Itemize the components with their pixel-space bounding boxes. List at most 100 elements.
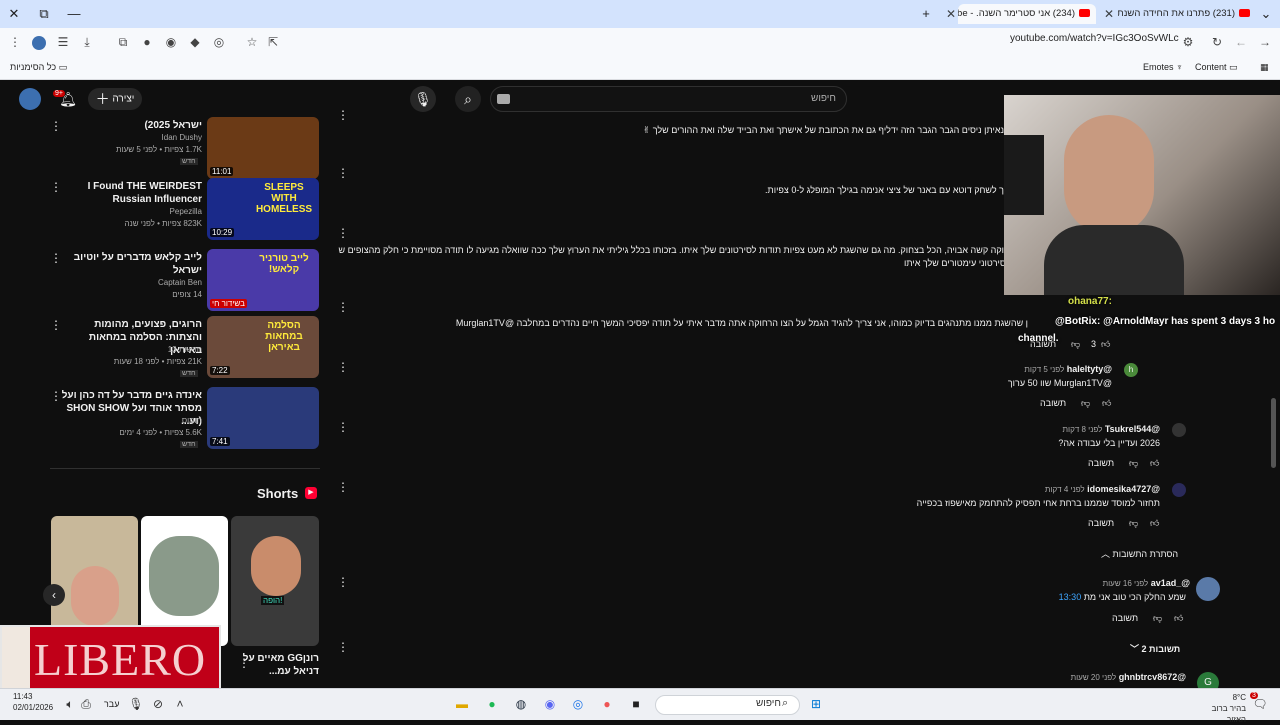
windows-start-icon[interactable]: ⊞ xyxy=(806,694,826,714)
extension-orange-icon[interactable]: ● xyxy=(137,32,157,52)
address-bar[interactable]: youtube.com/watch?v=IGc3OoSvWLc xyxy=(1010,33,1179,44)
video-title[interactable]: לייב קלאש מדברים על יוטיוב ישראל xyxy=(60,251,202,277)
extension-teal-icon[interactable]: ◆ xyxy=(185,32,205,52)
dislike-icon[interactable]: 👎︎ xyxy=(1081,398,1090,409)
comment-author[interactable]: @haleltyty xyxy=(1067,364,1112,374)
bookmark-star-icon[interactable]: ☆ xyxy=(242,32,262,52)
channel-name[interactable]: חומוס xyxy=(60,415,202,427)
video-thumbnail[interactable]: 11:01 xyxy=(207,117,319,179)
shorts-prev-button[interactable]: ‹ xyxy=(43,584,65,606)
video-title[interactable]: ישראל 2025) xyxy=(60,119,202,132)
bookmark-content[interactable]: Content ▭ xyxy=(1195,60,1238,74)
like-icon[interactable]: 👍︎ xyxy=(1150,458,1159,469)
more-replies-button[interactable]: ﹀ 2 תשובות xyxy=(1130,642,1180,655)
all-bookmarks-link[interactable]: כל הסימניות ▭ xyxy=(10,60,67,74)
dislike-icon[interactable]: 👎︎ xyxy=(1071,339,1080,350)
dislike-icon[interactable]: 👎︎ xyxy=(1129,458,1138,469)
reply-button[interactable]: תשובה xyxy=(1040,398,1066,408)
window-minimize-button[interactable]: — xyxy=(64,4,84,24)
comment-menu-icon[interactable]: ⋮ xyxy=(337,300,349,314)
video-menu-icon[interactable]: ⋮ xyxy=(50,318,62,332)
voice-search-icon[interactable]: 🎙︎ xyxy=(410,86,436,112)
tab-search-icon[interactable]: ⌄ xyxy=(1256,4,1276,24)
avatar[interactable] xyxy=(19,88,41,110)
reply-button[interactable]: תשובה xyxy=(1088,458,1114,468)
mic-muted-icon[interactable]: ⊘ xyxy=(148,694,168,714)
timestamp-link[interactable]: 13:30 xyxy=(1059,592,1082,602)
clock[interactable]: 11:43 02/01/2026 xyxy=(13,691,53,713)
video-menu-icon[interactable]: ⋮ xyxy=(50,251,62,265)
like-icon[interactable]: 👍︎ xyxy=(1174,613,1183,624)
comment-author[interactable]: @Tsukrel544 xyxy=(1105,424,1160,434)
chrome-icon[interactable]: ◎ xyxy=(568,694,588,714)
comment-menu-icon[interactable]: ⋮ xyxy=(337,360,349,374)
avatar[interactable]: h xyxy=(1124,363,1138,377)
keyboard-icon[interactable] xyxy=(497,94,510,104)
video-menu-icon[interactable]: ⋮ xyxy=(50,389,62,403)
weather-widget[interactable]: 8°C בהיר ברוב האזור xyxy=(1210,692,1246,725)
short-menu-icon[interactable]: ⋮ xyxy=(238,656,250,670)
mic-icon[interactable]: 🎙︎ xyxy=(126,694,146,714)
like-icon[interactable]: 👍︎ xyxy=(1101,339,1110,350)
avatar[interactable] xyxy=(1196,577,1220,601)
apps-icon[interactable]: ▦ xyxy=(1260,60,1269,74)
avatar[interactable] xyxy=(1172,423,1186,437)
video-thumbnail[interactable]: לייב טורניר קלאש! בשידור חי xyxy=(207,249,319,311)
like-icon[interactable]: 👍︎ xyxy=(1150,518,1159,529)
comment-author[interactable]: @idomesika4727 xyxy=(1087,484,1160,494)
video-title[interactable]: I Found THE WEIRDEST Russian Influencer xyxy=(60,180,202,206)
create-button[interactable]: ＋ יצירה xyxy=(88,88,142,110)
avatar[interactable] xyxy=(1172,483,1186,497)
comment-menu-icon[interactable]: ⋮ xyxy=(337,480,349,494)
network-icon[interactable]: ⎙ xyxy=(76,694,96,714)
dislike-icon[interactable]: 👎︎ xyxy=(1129,518,1138,529)
reload-icon[interactable]: ↻ xyxy=(1207,32,1227,52)
like-icon[interactable]: 👍︎ xyxy=(1102,398,1111,409)
comment-menu-icon[interactable]: ⋮ xyxy=(337,166,349,180)
new-tab-button[interactable]: + xyxy=(916,4,936,24)
video-thumbnail[interactable]: 7:41 xyxy=(207,387,319,449)
back-icon[interactable]: → xyxy=(1255,32,1275,52)
menu-icon[interactable]: ⋮ xyxy=(5,32,25,52)
comment-menu-icon[interactable]: ⋮ xyxy=(337,420,349,434)
bookmark-emotes[interactable]: Emotes ♆ xyxy=(1143,60,1183,74)
short-thumbnail[interactable]: הופה! xyxy=(231,516,319,646)
discord-icon[interactable]: ◉ xyxy=(540,694,560,714)
video-menu-icon[interactable]: ⋮ xyxy=(50,180,62,194)
tab-active[interactable]: (234) אני סטרימר השנה. - YouTube xyxy=(958,4,1096,24)
extensions-puzzle-icon[interactable]: ⧉ xyxy=(113,32,133,52)
window-close-button[interactable]: ✕ xyxy=(4,4,24,24)
forward-icon[interactable]: ← xyxy=(1231,32,1251,52)
channel-name[interactable]: Pepezilla xyxy=(60,206,202,218)
tab-close-icon[interactable]: ✕ xyxy=(943,4,959,24)
dislike-icon[interactable]: 👎︎ xyxy=(1153,613,1162,624)
channel-name[interactable]: חדשות 13 xyxy=(60,344,202,356)
video-thumbnail[interactable]: SLEEPS WITH HOMELESS 10:29 xyxy=(207,178,319,240)
steam-icon[interactable]: ◍ xyxy=(511,694,531,714)
video-menu-icon[interactable]: ⋮ xyxy=(50,119,62,133)
scrollbar-thumb[interactable] xyxy=(1271,398,1276,468)
comment-menu-icon[interactable]: ⋮ xyxy=(337,226,349,240)
window-restore-button[interactable]: ⧉ xyxy=(34,4,54,24)
extension-icon[interactable]: ☰ xyxy=(53,32,73,52)
extension-red-icon[interactable]: ◉ xyxy=(161,32,181,52)
channel-name[interactable]: Idan Dushy xyxy=(60,132,202,144)
reply-button[interactable]: תשובה xyxy=(1088,518,1114,528)
channel-name[interactable]: Captain Ben xyxy=(60,277,202,289)
search-button[interactable]: ⌕ xyxy=(455,86,481,112)
install-icon[interactable]: ⇱ xyxy=(263,32,283,52)
tab-inactive[interactable]: (231) פתרנו את החידה השנתית! xyxy=(1118,4,1250,24)
comment-menu-icon[interactable]: ⋮ xyxy=(337,640,349,654)
app-icon[interactable]: ● xyxy=(597,694,617,714)
language-indicator[interactable]: עבר xyxy=(104,699,119,709)
app-icon[interactable]: ■ xyxy=(626,694,646,714)
chevron-up-icon[interactable]: ˄ xyxy=(170,694,190,714)
profile-icon[interactable] xyxy=(29,32,49,52)
spotify-icon[interactable]: ● xyxy=(482,694,502,714)
hide-replies-button[interactable]: ︿ הסתרת התשובות xyxy=(1101,547,1178,560)
site-settings-icon[interactable]: ⚙ xyxy=(1178,32,1198,52)
extension-green-icon[interactable]: ◎ xyxy=(209,32,229,52)
video-thumbnail[interactable]: הסלמה במחאות באיראן 7:22 xyxy=(207,316,319,378)
comment-menu-icon[interactable]: ⋮ xyxy=(337,575,349,589)
comment-menu-icon[interactable]: ⋮ xyxy=(337,108,349,122)
